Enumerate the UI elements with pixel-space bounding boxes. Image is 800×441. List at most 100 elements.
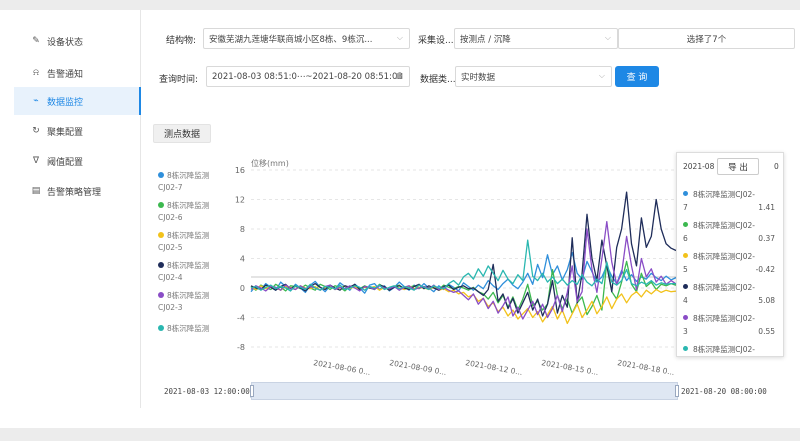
zoom-handle-right[interactable] (675, 385, 679, 397)
chevron-down-icon: ⌵ (598, 71, 605, 80)
device-label: 采集设... (418, 36, 454, 46)
sidebar-item-label: 设备状态 (47, 37, 84, 48)
tooltip-series-suffix: 3 (683, 327, 688, 336)
legend-label: 8栋沉降监测 (167, 324, 210, 333)
y-tick-label: -4 (237, 314, 245, 323)
zoom-end-label: 2021-08-20 08:00:00 (681, 387, 767, 396)
device-select-value: 按测点 / 沉降 (460, 34, 511, 45)
sidebar-item-label: 阈值配置 (47, 157, 84, 168)
y-tick-label: 12 (235, 196, 245, 205)
sidebar-item-alarm-notice[interactable]: ⍾ 告警通知 (14, 59, 141, 87)
app-window: ✎ 设备状态 ⍾ 告警通知 ⌁ 数据监控 ↻ 聚集配置 ∇ 阈值配置 ▤ 告警策… (0, 10, 800, 428)
chevron-down-icon: ⌵ (396, 33, 403, 42)
tooltip-dot (683, 253, 688, 258)
legend-item[interactable]: 8栋沉降监测 CJ02-6 (158, 200, 220, 224)
tooltip-series-name: 8栋沉降监测CJ02- (693, 221, 755, 230)
series-line (250, 239, 676, 292)
x-tick-label: 2021-08-06 0... (313, 358, 372, 377)
datatype-label: 数据类... (420, 75, 456, 85)
sidebar-item-device-status[interactable]: ✎ 设备状态 (14, 27, 141, 55)
series-line (250, 260, 677, 316)
structure-select-value: 安徽芜湖九莲塘华联商城小区8栋、9栋沉... (209, 34, 373, 45)
tooltip-date-tail: 0 (774, 162, 779, 171)
calendar-icon: ▦ (395, 71, 403, 80)
legend-label: CJ02-6 (158, 213, 183, 222)
legend-dot (158, 292, 164, 298)
sidebar-item-label: 数据监控 (47, 97, 84, 108)
tooltip-row: 8栋沉降监测CJ02- 7 1.41 (683, 188, 775, 214)
chevron-down-icon: ⌵ (604, 33, 611, 42)
time-label: 查询时间: (159, 75, 199, 85)
tooltip-value: 1.41 (758, 203, 775, 212)
tooltip-dot (683, 284, 688, 289)
point-multiselect-value: 选择了7个 (686, 34, 727, 45)
tooltip-dot (683, 222, 688, 227)
datatype-select-value: 实时数据 (461, 72, 496, 83)
zoom-start-label: 2021-08-03 12:00:00 (164, 387, 250, 396)
time-range-value: 2021-08-03 08:51:0⋯~2021-08-20 08:51:03 (212, 71, 403, 82)
legend-label: 8栋沉降监测 (167, 171, 210, 180)
y-tick-label: 0 (240, 284, 245, 293)
datatype-select[interactable]: 实时数据 ⌵ (455, 66, 612, 87)
series-line (250, 285, 677, 325)
tooltip-value: 0.55 (758, 327, 775, 336)
filter-icon: ∇ (32, 156, 40, 166)
sidebar-item-aggregate-config[interactable]: ↻ 聚集配置 (14, 117, 141, 145)
tab-point-data[interactable]: 测点数据 (153, 124, 211, 143)
tooltip-dot (683, 315, 688, 320)
tooltip-series-name: 8栋沉降监测CJ02- (693, 190, 755, 199)
legend-dot (158, 172, 164, 178)
sidebar-item-label: 告警通知 (47, 69, 84, 80)
y-tick-label: 16 (235, 166, 245, 175)
device-select[interactable]: 按测点 / 沉降 ⌵ (454, 28, 618, 49)
zoom-slider[interactable] (250, 382, 679, 400)
legend-item[interactable]: 8栋沉降监测 CJ02-4 (158, 260, 220, 284)
legend-dot (158, 325, 164, 331)
sidebar-item-label: 告警策略管理 (47, 187, 102, 198)
tooltip-row: 8栋沉降监测CJ02- 6 0.37 (683, 219, 775, 245)
sidebar-item-threshold-config[interactable]: ∇ 阈值配置 (14, 147, 141, 175)
tooltip-value: -0.42 (755, 265, 775, 274)
legend-item[interactable]: 8栋沉降监测 (158, 323, 220, 335)
tooltip-row: 8栋沉降监测CJ02- 3 0.55 (683, 312, 775, 338)
y-tick-label: -8 (237, 343, 245, 352)
legend-item[interactable]: 8栋沉降监测 CJ02-7 (158, 170, 220, 194)
series-line (250, 191, 677, 317)
tooltip-series-suffix: 6 (683, 234, 688, 243)
query-button[interactable]: 查 询 (615, 66, 659, 87)
legend-item[interactable]: 8栋沉降监测 CJ02-3 (158, 290, 220, 314)
legend-dot (158, 202, 164, 208)
tooltip-series-name: 8栋沉降监测CJ02- (693, 283, 755, 292)
tooltip-value: 5.08 (758, 296, 775, 305)
legend-label: CJ02-3 (158, 303, 183, 312)
tooltip-series-suffix: 5 (683, 265, 688, 274)
y-tick-label: 8 (240, 225, 245, 234)
tooltip-dot (683, 191, 688, 196)
series-line (250, 220, 677, 320)
sidebar-item-data-monitor[interactable]: ⌁ 数据监控 (14, 87, 141, 115)
series-line (250, 251, 677, 294)
point-multiselect[interactable]: 选择了7个 (618, 28, 795, 49)
pulse-icon: ⌁ (33, 96, 39, 106)
tooltip-series-suffix: 7 (683, 203, 688, 212)
device-icon: ✎ (32, 36, 40, 46)
structure-label: 结构物: (166, 36, 197, 46)
x-tick-label: 2021-08-12 0... (465, 358, 524, 377)
legend-item[interactable]: 8栋沉降监测 CJ02-5 (158, 230, 220, 254)
zoom-handle-left[interactable] (250, 385, 254, 397)
legend-label: 8栋沉降监测 (167, 231, 210, 240)
export-button[interactable]: 导 出 (717, 158, 759, 175)
legend-label: 8栋沉降监测 (167, 291, 210, 300)
sidebar: ✎ 设备状态 ⍾ 告警通知 ⌁ 数据监控 ↻ 聚集配置 ∇ 阈值配置 ▤ 告警策… (0, 10, 141, 408)
tooltip-series-name: 8栋沉降监测CJ02- (693, 345, 755, 354)
y-axis-label: 位移(mm) (251, 158, 289, 168)
tooltip-series-name: 8栋沉降监测CJ02- (693, 314, 755, 323)
sidebar-item-label: 聚集配置 (47, 127, 84, 138)
time-range-picker[interactable]: 2021-08-03 08:51:0⋯~2021-08-20 08:51:03 … (206, 66, 410, 87)
tooltip-date: 2021-08 (683, 162, 715, 171)
tooltip-value: 0.37 (758, 234, 775, 243)
legend-dot (158, 262, 164, 268)
tooltip-series-suffix: 4 (683, 296, 688, 305)
sidebar-item-alarm-policy[interactable]: ▤ 告警策略管理 (14, 177, 141, 205)
structure-select[interactable]: 安徽芜湖九莲塘华联商城小区8栋、9栋沉... ⌵ (203, 28, 410, 49)
